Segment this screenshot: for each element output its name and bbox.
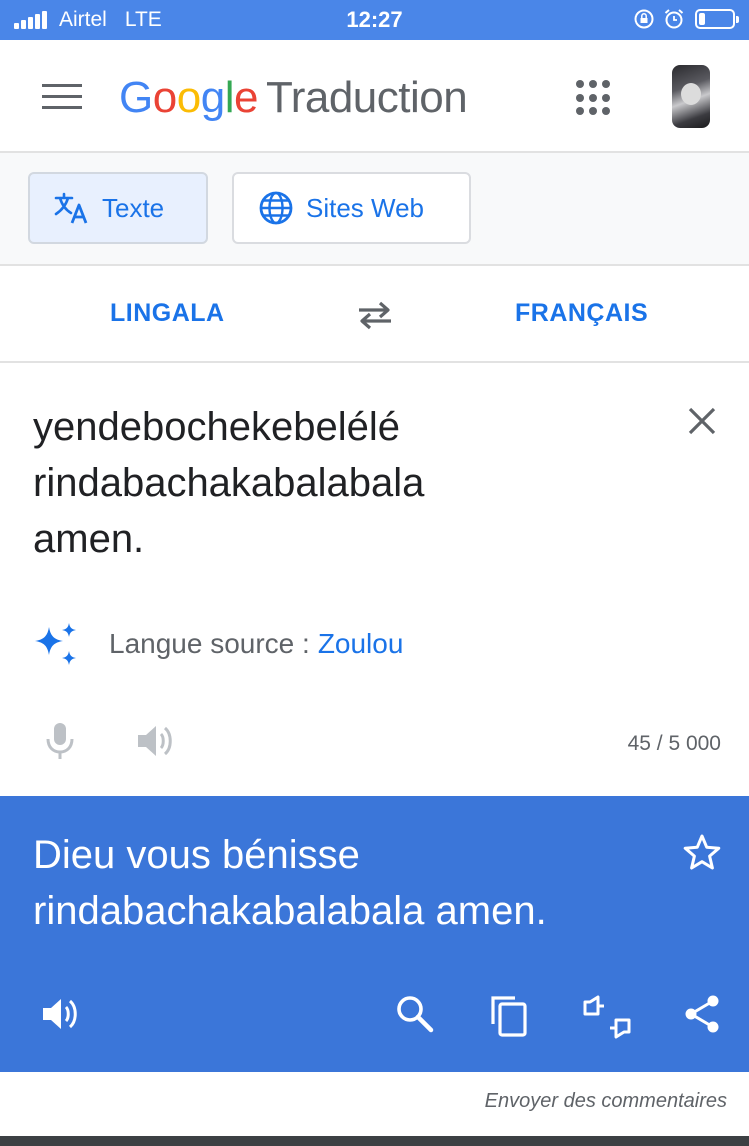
product-name: Traduction [265, 73, 468, 122]
copy-icon[interactable] [489, 994, 529, 1038]
share-icon[interactable] [682, 994, 722, 1034]
star-icon[interactable] [682, 833, 722, 871]
alarm-icon [664, 9, 684, 29]
feedback-icon[interactable] [582, 994, 632, 1040]
translate-icon [54, 192, 88, 224]
target-language-button[interactable]: FRANÇAIS [515, 299, 648, 328]
character-count: 45 / 5 000 [627, 732, 721, 755]
status-bar: Airtel LTE 12:27 [0, 0, 749, 40]
orientation-lock-icon [634, 9, 654, 29]
detected-language-name[interactable]: Zoulou [318, 628, 404, 660]
microphone-icon[interactable] [44, 721, 76, 761]
tab-websites[interactable]: Sites Web [232, 172, 471, 244]
bottom-bar [0, 1136, 749, 1146]
translated-text: Dieu vous bénisse rindabachakabalabala a… [33, 833, 547, 933]
language-bar: LINGALA FRANÇAIS [0, 266, 749, 363]
send-feedback-link[interactable]: Envoyer des commentaires [485, 1090, 727, 1113]
detected-language[interactable]: Langue source : Zoulou [33, 621, 403, 667]
app-bar: Google Traduction [0, 40, 749, 153]
sparkle-icon [35, 623, 76, 665]
source-text[interactable]: yendebochekebelélé rindabachakabalabala … [33, 399, 633, 567]
google-translate-logo: Google Traduction [119, 73, 468, 123]
tab-websites-label: Sites Web [306, 192, 425, 223]
footer: Envoyer des commentaires [0, 1072, 749, 1132]
battery-icon [695, 9, 739, 29]
globe-icon [259, 191, 293, 225]
search-icon[interactable] [395, 994, 435, 1034]
avatar[interactable] [672, 65, 710, 128]
translation-result: Dieu vous bénisse rindabachakabalabala a… [0, 796, 749, 1072]
detect-label: Langue source : [109, 628, 310, 659]
speaker-icon[interactable] [40, 994, 82, 1034]
close-icon[interactable] [686, 405, 718, 437]
menu-icon[interactable] [42, 84, 82, 110]
tab-text-label: Texte [102, 192, 165, 223]
speaker-icon[interactable] [135, 721, 177, 761]
source-input-area[interactable]: yendebochekebelélé rindabachakabalabala … [0, 363, 749, 796]
tab-text[interactable]: Texte [28, 172, 208, 244]
source-language-button[interactable]: LINGALA [110, 299, 225, 328]
apps-icon[interactable] [576, 80, 612, 116]
swap-languages-icon[interactable] [355, 299, 395, 331]
mode-tabs: Texte Sites Web [0, 153, 749, 266]
google-wordmark: Google [119, 73, 258, 122]
